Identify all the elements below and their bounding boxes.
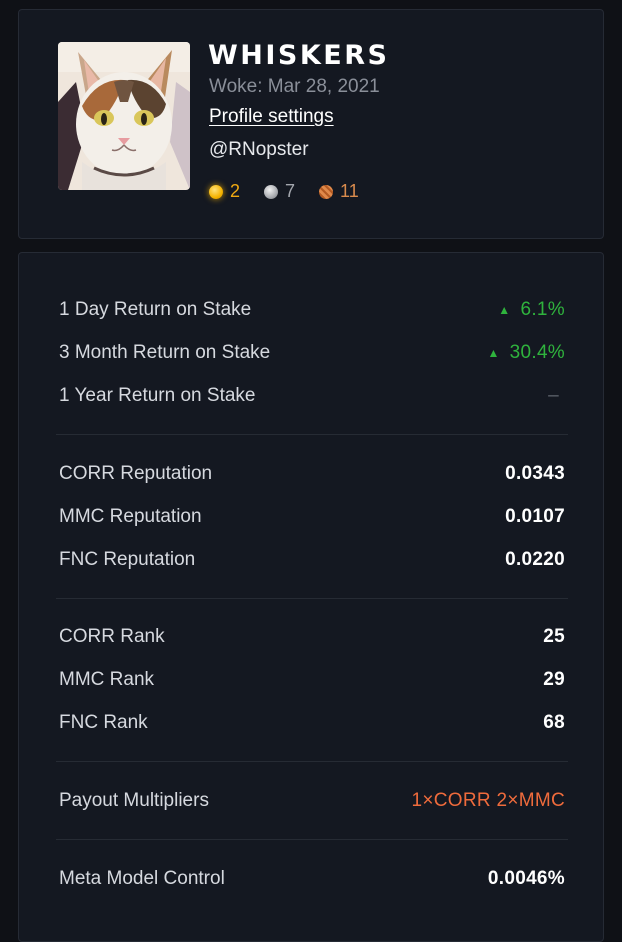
- stat-value: 0.0220: [505, 549, 565, 570]
- gold-medal: 2: [209, 181, 240, 202]
- silver-medal: 7: [264, 181, 295, 202]
- gold-medal-count: 2: [230, 181, 241, 201]
- bronze-medal-icon: [319, 184, 334, 199]
- stat-label: MMC Reputation: [59, 506, 202, 527]
- stats-card: 1 Day Return on Stake ▲ 6.1% 3 Month Retu…: [18, 252, 604, 942]
- username: WHISKERS: [208, 40, 390, 71]
- stat-value: –: [548, 385, 559, 406]
- stat-row-meta-model-control: Meta Model Control 0.0046%: [59, 864, 565, 894]
- avatar: [58, 42, 190, 190]
- divider: [56, 434, 568, 435]
- stat-label: 1 Year Return on Stake: [59, 385, 256, 406]
- divider: [56, 598, 568, 599]
- stat-row-1-year-return: 1 Year Return on Stake –: [59, 381, 565, 411]
- profile-settings-link[interactable]: Profile settings: [209, 106, 334, 128]
- divider: [56, 761, 568, 762]
- silver-medal-count: 7: [285, 181, 296, 201]
- stat-label: FNC Rank: [59, 712, 148, 733]
- divider: [56, 839, 568, 840]
- user-handle: @RNopster: [209, 139, 309, 160]
- stat-value: 0.0046%: [487, 868, 565, 889]
- stat-row-mmc-reputation: MMC Reputation 0.0107: [59, 502, 565, 532]
- stat-value: 0.0107: [505, 506, 565, 527]
- woke-date: Woke: Mar 28, 2021: [209, 76, 380, 97]
- medal-counts: 2 7 11: [209, 181, 383, 202]
- stat-value-text: 6.1%: [520, 299, 565, 320]
- stat-label: 1 Day Return on Stake: [59, 299, 252, 320]
- stat-value: 29: [543, 669, 565, 690]
- stat-row-3-month-return: 3 Month Return on Stake ▲ 30.4%: [59, 338, 565, 368]
- stat-row-1-day-return: 1 Day Return on Stake ▲ 6.1%: [59, 295, 565, 325]
- bronze-medal: 11: [319, 181, 359, 202]
- up-arrow-icon: ▲: [487, 346, 500, 360]
- stat-value: 0.0343: [505, 463, 565, 484]
- stat-row-fnc-rank: FNC Rank 68: [59, 708, 565, 738]
- stat-value: 1×CORR 2×MMC: [411, 790, 565, 811]
- stat-row-fnc-reputation: FNC Reputation 0.0220: [59, 545, 565, 575]
- stat-label: CORR Rank: [59, 626, 165, 647]
- stat-value: 68: [543, 712, 565, 733]
- up-arrow-icon: ▲: [498, 303, 511, 317]
- bronze-medal-count: 11: [340, 181, 359, 201]
- stat-row-mmc-rank: MMC Rank 29: [59, 665, 565, 695]
- stat-row-corr-reputation: CORR Reputation 0.0343: [59, 459, 565, 489]
- stat-label: FNC Reputation: [59, 549, 196, 570]
- stat-label: Meta Model Control: [59, 868, 225, 889]
- stat-label: MMC Rank: [59, 669, 155, 690]
- silver-medal-icon: [264, 184, 279, 199]
- stat-label: Payout Multipliers: [59, 790, 209, 811]
- stat-label: 3 Month Return on Stake: [59, 342, 271, 363]
- stat-value: ▲ 6.1%: [498, 299, 565, 321]
- profile-card: WHISKERS Woke: Mar 28, 2021 Profile sett…: [18, 9, 604, 239]
- stat-row-corr-rank: CORR Rank 25: [59, 622, 565, 652]
- gold-medal-icon: [209, 184, 223, 199]
- stat-row-payout-multipliers: Payout Multipliers 1×CORR 2×MMC: [59, 786, 565, 816]
- stat-value: 25: [543, 626, 565, 647]
- stat-label: CORR Reputation: [59, 463, 213, 484]
- stat-value-text: 30.4%: [509, 342, 565, 363]
- stat-value: ▲ 30.4%: [487, 342, 565, 364]
